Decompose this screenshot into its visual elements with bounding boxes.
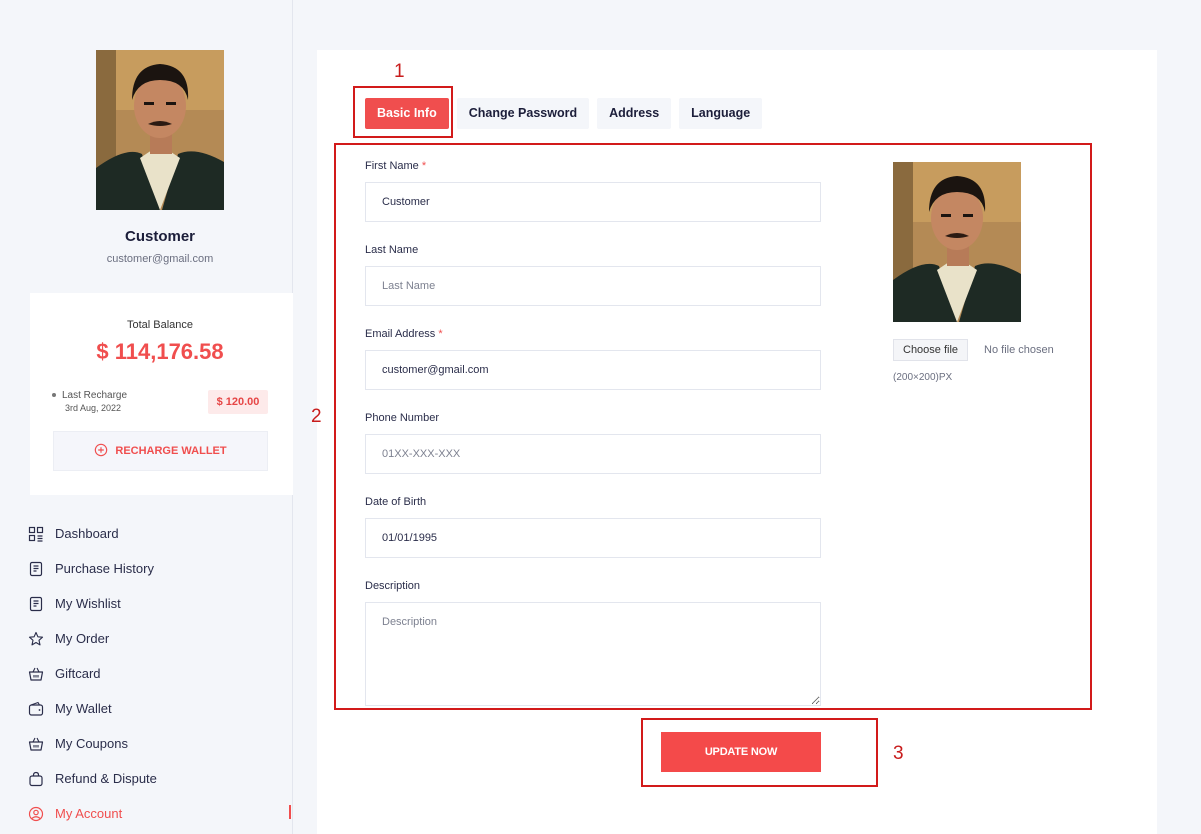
sidebar-item-my-wallet[interactable]: My Wallet [28, 691, 293, 726]
email-label-text: Email Address [365, 328, 436, 340]
total-balance-label: Total Balance [126, 319, 194, 331]
tab-address[interactable]: Address [597, 98, 672, 129]
account-panel: Basic Info Change Password Address Langu… [317, 50, 1157, 834]
sidebar-nav: Dashboard Purchase History My Wishlist M… [28, 516, 293, 831]
last-name-label: Last Name [365, 244, 419, 256]
active-indicator [289, 805, 291, 819]
profile-email: customer@gmail.com [106, 253, 214, 265]
sidebar-item-label: My Order [55, 631, 110, 646]
description-label: Description [365, 580, 421, 592]
wallet-card: Total Balance $ 114,176.58 Last Recharge… [30, 293, 293, 495]
sidebar-item-label: My Coupons [55, 736, 128, 751]
tab-basic-info[interactable]: Basic Info [365, 98, 449, 129]
email-input[interactable] [365, 350, 821, 390]
sidebar-item-dashboard[interactable]: Dashboard [28, 516, 293, 551]
sidebar: Customer customer@gmail.com Total Balanc… [0, 0, 293, 834]
sidebar-item-purchase-history[interactable]: Purchase History [28, 551, 293, 586]
profile-name: Customer [124, 228, 195, 245]
sidebar-item-label: My Wallet [55, 701, 112, 716]
email-label: Email Address * [365, 328, 821, 343]
sidebar-item-label: My Wishlist [55, 596, 121, 611]
sidebar-item-label: Dashboard [55, 526, 119, 541]
sidebar-item-my-wishlist[interactable]: My Wishlist [28, 586, 293, 621]
phone-label: Phone Number [365, 412, 439, 424]
dashboard-icon [28, 526, 44, 542]
basic-info-form: First Name * Last Name Email Address * P… [365, 160, 821, 706]
receipt-icon [28, 561, 44, 577]
star-icon [28, 631, 44, 647]
annotation-number-3: 3 [893, 743, 904, 764]
last-name-input[interactable] [365, 266, 821, 306]
first-name-label: First Name * [365, 160, 821, 175]
phone-input[interactable] [365, 434, 821, 474]
first-name-label-text: First Name [365, 160, 419, 172]
sidebar-item-my-coupons[interactable]: My Coupons [28, 726, 293, 761]
annotation-number-1: 1 [394, 61, 405, 82]
wallet-icon [28, 701, 44, 717]
last-recharge-label-row: Last Recharge [52, 390, 127, 401]
last-recharge-label: Last Recharge [62, 390, 128, 401]
account-tabs: Basic Info Change Password Address Langu… [365, 98, 763, 129]
sidebar-item-giftcard[interactable]: Giftcard [28, 656, 293, 691]
sidebar-item-label: Giftcard [55, 666, 101, 681]
required-mark: * [438, 328, 443, 340]
total-balance-value: $ 114,176.58 [96, 339, 224, 364]
profile-photo [96, 50, 224, 210]
sidebar-item-label: Refund & Dispute [55, 771, 157, 786]
sidebar-item-label: My Account [55, 806, 123, 821]
bullet-dot [52, 393, 56, 398]
choose-file-button[interactable]: Choose file [893, 339, 969, 361]
plus-circle-icon [94, 443, 108, 460]
tab-change-password[interactable]: Change Password [456, 98, 590, 129]
profile-photo [893, 162, 1021, 322]
file-picker: Choose file No file chosen [893, 339, 1054, 361]
dob-label: Date of Birth [365, 496, 427, 508]
tab-language[interactable]: Language [679, 98, 763, 129]
recharge-wallet-button[interactable]: RECHARGE WALLET [53, 431, 268, 471]
avatar [96, 50, 224, 210]
basket-icon [28, 666, 44, 682]
recharge-wallet-label: RECHARGE WALLET [115, 445, 227, 457]
receipt-icon [28, 596, 44, 612]
sidebar-item-my-order[interactable]: My Order [28, 621, 293, 656]
annotation-number-2: 2 [311, 406, 322, 427]
update-now-button[interactable]: UPDATE NOW [661, 732, 821, 772]
user-circle-icon [28, 806, 44, 822]
required-mark: * [421, 160, 427, 172]
profile-photo-preview [893, 162, 1021, 322]
file-status: No file chosen [984, 344, 1054, 356]
sidebar-item-my-account[interactable]: My Account [28, 796, 293, 831]
description-textarea[interactable] [365, 602, 821, 706]
sidebar-item-label: Purchase History [55, 561, 154, 576]
photo-size-note: (200×200)PX [893, 372, 953, 383]
sidebar-item-refund-dispute[interactable]: Refund & Dispute [28, 761, 293, 796]
dob-input[interactable] [365, 518, 821, 558]
basket-icon [28, 736, 44, 752]
first-name-input[interactable] [365, 182, 821, 222]
last-recharge-amount-badge: $ 120.00 [208, 390, 268, 414]
bag-icon [28, 771, 44, 787]
last-recharge-date: 3rd Aug, 2022 [65, 403, 122, 413]
